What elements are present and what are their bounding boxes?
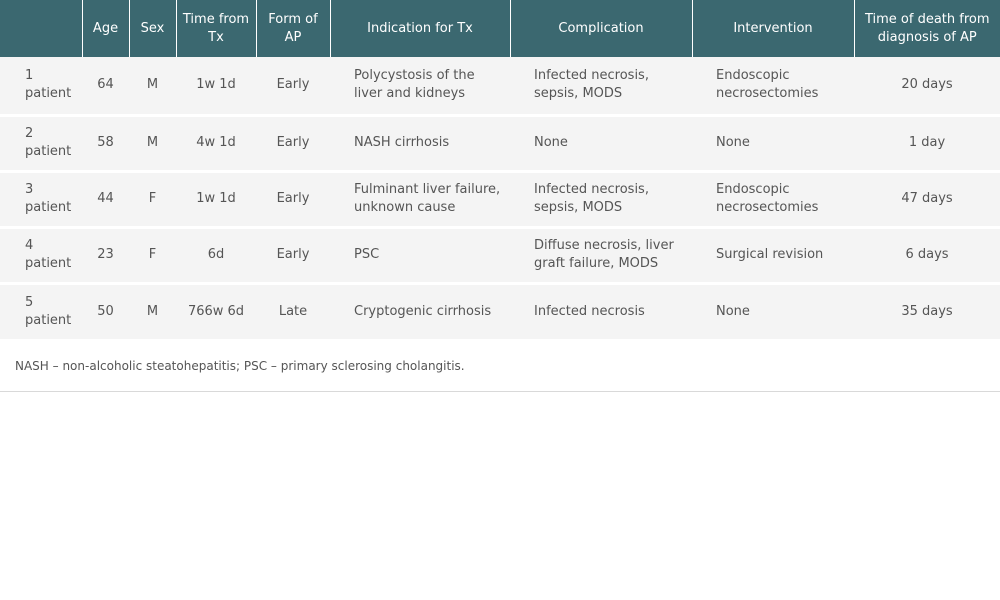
time-from-tx-cell: 6d xyxy=(176,225,256,283)
table-row: 2 patient 58 M 4w 1d Early NASH cirrhosi… xyxy=(0,113,1000,171)
time-from-tx-cell: 766w 6d xyxy=(176,281,256,339)
indication-cell: Cryptogenic cirrhosis xyxy=(330,281,510,339)
time-of-death-cell: 20 days xyxy=(854,57,1000,115)
time-from-tx-cell: 1w 1d xyxy=(176,169,256,227)
header-cell: Complication xyxy=(510,0,693,57)
complication-cell: Infected necrosis, sepsis, MODS xyxy=(510,57,692,115)
time-of-death-cell: 35 days xyxy=(854,281,1000,339)
sex-cell: F xyxy=(129,169,176,227)
table-container: Age Sex Time from Tx Form of AP Indicati… xyxy=(0,0,1000,392)
patient-cell: 3 patient xyxy=(0,169,82,227)
header-cell: Time from Tx xyxy=(176,0,257,57)
form-of-ap-cell: Late xyxy=(256,281,330,339)
indication-cell: Fulminant liver failure, unknown cause xyxy=(330,169,510,227)
header-cell: Form of AP xyxy=(256,0,331,57)
form-of-ap-cell: Early xyxy=(256,169,330,227)
intervention-cell: None xyxy=(692,113,854,171)
sex-cell: M xyxy=(129,281,176,339)
patient-cell: 5 patient xyxy=(0,281,82,339)
time-from-tx-cell: 1w 1d xyxy=(176,57,256,115)
sex-cell: M xyxy=(129,113,176,171)
patient-cell: 2 patient xyxy=(0,113,82,171)
complication-cell: Infected necrosis, sepsis, MODS xyxy=(510,169,692,227)
age-cell: 23 xyxy=(82,225,129,283)
indication-cell: NASH cirrhosis xyxy=(330,113,510,171)
form-of-ap-cell: Early xyxy=(256,225,330,283)
age-cell: 64 xyxy=(82,57,129,115)
table-footnote: NASH – non-alcoholic steatohepatitis; PS… xyxy=(15,359,465,373)
header-cell xyxy=(0,0,83,57)
time-from-tx-cell: 4w 1d xyxy=(176,113,256,171)
complication-cell: Infected necrosis xyxy=(510,281,692,339)
complication-cell: Diffuse necrosis, liver graft failure, M… xyxy=(510,225,692,283)
age-cell: 50 xyxy=(82,281,129,339)
time-of-death-cell: 1 day xyxy=(854,113,1000,171)
table-row: 1 patient 64 M 1w 1d Early Polycystosis … xyxy=(0,57,1000,115)
intervention-cell: None xyxy=(692,281,854,339)
age-cell: 44 xyxy=(82,169,129,227)
patient-cell: 4 patient xyxy=(0,225,82,283)
patient-table: Age Sex Time from Tx Form of AP Indicati… xyxy=(0,0,1000,339)
time-of-death-cell: 47 days xyxy=(854,169,1000,227)
indication-cell: PSC xyxy=(330,225,510,283)
header-cell: Intervention xyxy=(692,0,855,57)
header-cell: Sex xyxy=(129,0,177,57)
table-row: 4 patient 23 F 6d Early PSC Diffuse necr… xyxy=(0,225,1000,283)
intervention-cell: Surgical revision xyxy=(692,225,854,283)
table-row: 3 patient 44 F 1w 1d Early Fulminant liv… xyxy=(0,169,1000,227)
age-cell: 58 xyxy=(82,113,129,171)
indication-cell: Polycystosis of the liver and kidneys xyxy=(330,57,510,115)
patient-cell: 1 patient xyxy=(0,57,82,115)
header-cell: Age xyxy=(82,0,130,57)
header-cell: Time of death from diagnosis of AP xyxy=(854,0,1000,57)
form-of-ap-cell: Early xyxy=(256,57,330,115)
table-row: 5 patient 50 M 766w 6d Late Cryptogenic … xyxy=(0,281,1000,339)
intervention-cell: Endoscopic necrosectomies xyxy=(692,169,854,227)
form-of-ap-cell: Early xyxy=(256,113,330,171)
table-header-row: Age Sex Time from Tx Form of AP Indicati… xyxy=(0,0,1000,57)
sex-cell: F xyxy=(129,225,176,283)
complication-cell: None xyxy=(510,113,692,171)
sex-cell: M xyxy=(129,57,176,115)
intervention-cell: Endoscopic necrosectomies xyxy=(692,57,854,115)
header-cell: Indication for Tx xyxy=(330,0,511,57)
time-of-death-cell: 6 days xyxy=(854,225,1000,283)
